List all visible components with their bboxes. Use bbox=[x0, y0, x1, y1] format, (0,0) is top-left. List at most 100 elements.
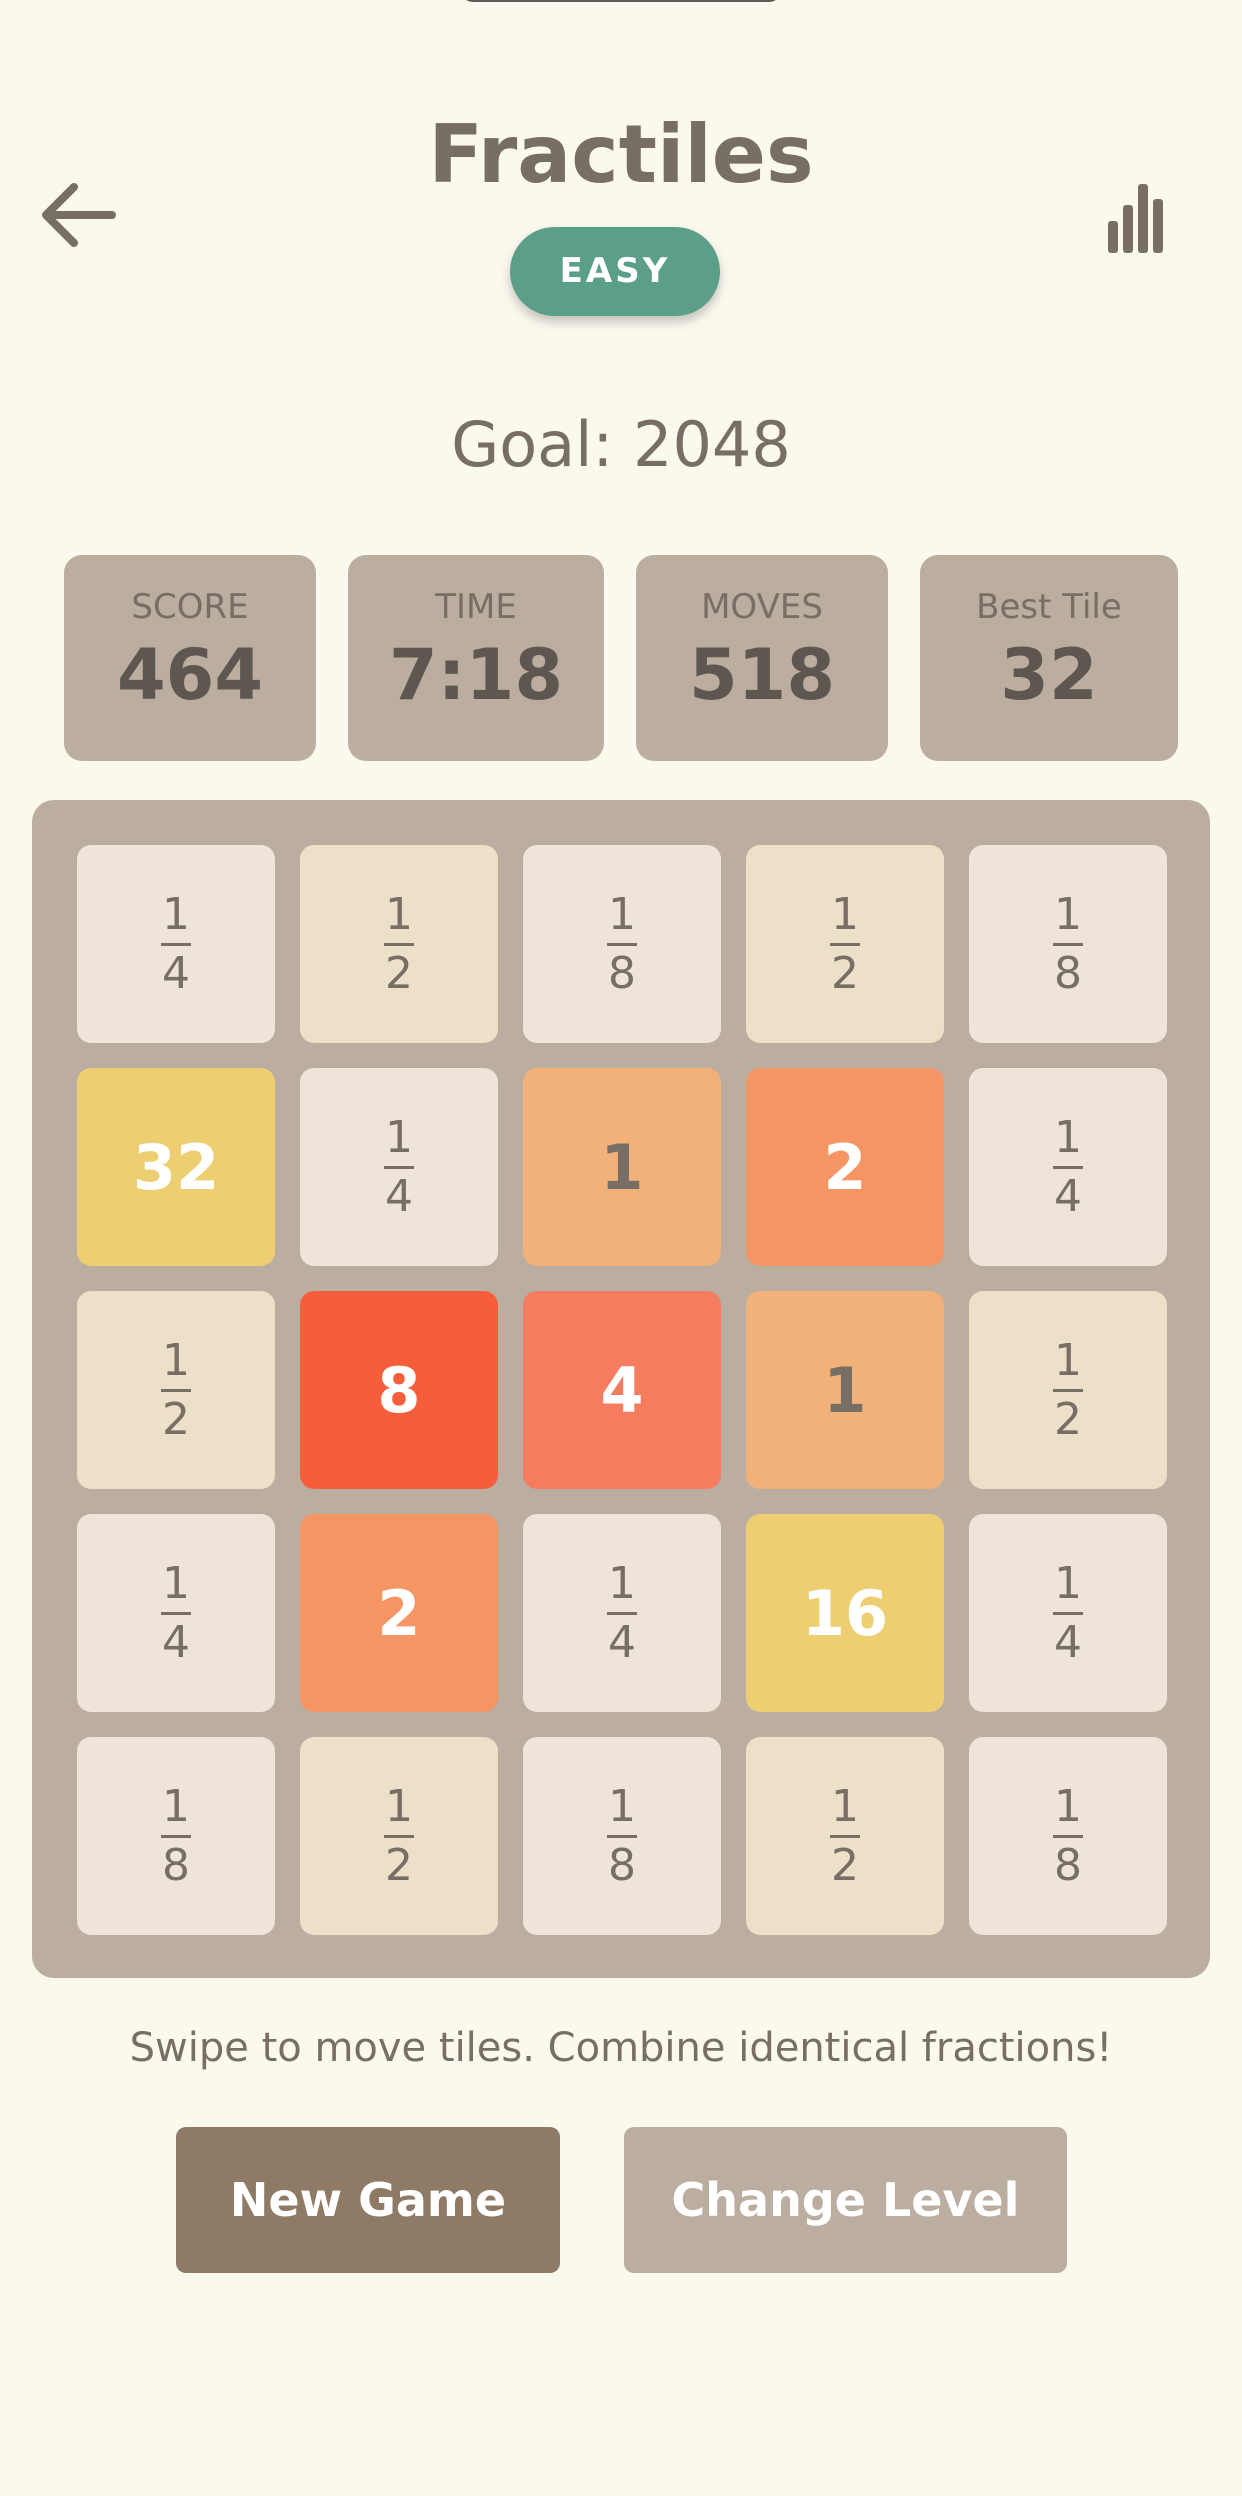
fraction-denominator: 8 bbox=[608, 1839, 636, 1891]
game-title: Fractiles bbox=[428, 108, 814, 201]
tile: 14 bbox=[969, 1068, 1167, 1266]
time-value: 7:18 bbox=[388, 634, 564, 716]
fraction-bar bbox=[384, 1834, 414, 1838]
tile: 1 bbox=[523, 1068, 721, 1266]
fraction-denominator: 2 bbox=[831, 947, 859, 999]
tile: 1 bbox=[746, 1291, 944, 1489]
tile: 14 bbox=[969, 1514, 1167, 1712]
tile-fraction: 12 bbox=[384, 1780, 414, 1891]
new-game-button[interactable]: New Game bbox=[176, 2127, 560, 2273]
fraction-numerator: 1 bbox=[162, 1780, 190, 1832]
fraction-bar bbox=[1053, 1611, 1083, 1615]
goal-text: Goal: 2048 bbox=[451, 408, 791, 481]
bar-chart-icon bbox=[1108, 184, 1163, 253]
fraction-numerator: 1 bbox=[608, 1780, 636, 1832]
fraction-bar bbox=[607, 942, 637, 946]
fraction-numerator: 1 bbox=[831, 1780, 859, 1832]
tile: 14 bbox=[300, 1068, 498, 1266]
fraction-numerator: 1 bbox=[385, 888, 413, 940]
tile-fraction: 18 bbox=[607, 892, 637, 999]
fraction-bar bbox=[161, 1388, 191, 1392]
fraction-numerator: 1 bbox=[1054, 1780, 1082, 1832]
score-box: SCORE 464 bbox=[64, 555, 316, 761]
fraction-denominator: 8 bbox=[1054, 947, 1082, 999]
tile-value: 1 bbox=[823, 1353, 867, 1427]
tile: 18 bbox=[77, 1737, 275, 1935]
tile-value: 1 bbox=[600, 1130, 644, 1204]
fraction-numerator: 1 bbox=[1054, 1111, 1082, 1163]
tile-fraction: 12 bbox=[384, 888, 414, 999]
tile-value: 2 bbox=[823, 1130, 867, 1204]
fraction-numerator: 1 bbox=[831, 888, 859, 940]
tile-value: 16 bbox=[801, 1576, 889, 1650]
tile: 4 bbox=[523, 1291, 721, 1489]
tile: 12 bbox=[746, 845, 944, 1043]
fraction-denominator: 2 bbox=[385, 1839, 413, 1891]
statistics-button[interactable] bbox=[1100, 175, 1180, 265]
fraction-numerator: 1 bbox=[1054, 888, 1082, 940]
tile-value: 2 bbox=[377, 1576, 421, 1650]
tile: 12 bbox=[300, 1737, 498, 1935]
tile-fraction: 14 bbox=[161, 892, 191, 999]
change-level-button[interactable]: Change Level bbox=[624, 2127, 1067, 2273]
fraction-bar bbox=[161, 1834, 191, 1838]
fraction-denominator: 8 bbox=[1054, 1839, 1082, 1891]
tile: 16 bbox=[746, 1514, 944, 1712]
time-box: TIME 7:18 bbox=[348, 555, 604, 761]
tile-fraction: 14 bbox=[161, 1561, 191, 1668]
fraction-numerator: 1 bbox=[385, 1111, 413, 1163]
instructions-text: Swipe to move tiles. Combine identical f… bbox=[129, 2025, 1113, 2071]
fraction-denominator: 2 bbox=[385, 947, 413, 999]
fraction-numerator: 1 bbox=[1054, 1557, 1082, 1609]
tile: 14 bbox=[77, 1514, 275, 1712]
moves-label: MOVES bbox=[701, 587, 823, 627]
fraction-denominator: 4 bbox=[162, 947, 190, 999]
fraction-bar bbox=[161, 1611, 191, 1615]
tile-fraction: 14 bbox=[1053, 1111, 1083, 1222]
fraction-numerator: 1 bbox=[608, 1557, 636, 1609]
tile: 2 bbox=[746, 1068, 944, 1266]
game-board[interactable]: 1 4 1 2 1 8 1 2 1 8 32 1 4 1 2 1 4 1 2 8 4 1 1 2 1 4 2 1 4 16 1 4 1 8 1 2 1 8… bbox=[32, 800, 1210, 1978]
tile: 14 bbox=[77, 845, 275, 1043]
fraction-denominator: 2 bbox=[831, 1839, 859, 1891]
fraction-denominator: 2 bbox=[162, 1393, 190, 1445]
fraction-denominator: 8 bbox=[608, 947, 636, 999]
fraction-bar bbox=[161, 942, 191, 946]
fraction-bar bbox=[1053, 942, 1083, 946]
fraction-denominator: 4 bbox=[385, 1170, 413, 1222]
fraction-denominator: 8 bbox=[162, 1839, 190, 1891]
tile-fraction: 14 bbox=[384, 1111, 414, 1222]
tile-fraction: 12 bbox=[830, 888, 860, 999]
score-value: 464 bbox=[116, 634, 264, 716]
tile: 12 bbox=[746, 1737, 944, 1935]
tile-value: 8 bbox=[377, 1353, 421, 1427]
tile: 12 bbox=[77, 1291, 275, 1489]
best-tile-box: Best Tile 32 bbox=[920, 555, 1178, 761]
tile: 18 bbox=[523, 845, 721, 1043]
tile-fraction: 18 bbox=[1053, 1780, 1083, 1891]
fraction-bar bbox=[607, 1834, 637, 1838]
tile-fraction: 14 bbox=[1053, 1557, 1083, 1665]
moves-value: 518 bbox=[688, 634, 836, 716]
fraction-numerator: 1 bbox=[385, 1780, 413, 1832]
tile: 2 bbox=[300, 1514, 498, 1712]
fraction-bar bbox=[1053, 1165, 1083, 1169]
tile-fraction: 14 bbox=[607, 1557, 637, 1665]
tile: 18 bbox=[969, 1737, 1167, 1935]
fraction-bar bbox=[384, 1165, 414, 1169]
tile: 8 bbox=[300, 1291, 498, 1489]
best-tile-value: 32 bbox=[1000, 634, 1098, 716]
tile-fraction: 12 bbox=[830, 1780, 860, 1891]
difficulty-badge[interactable]: EASY bbox=[510, 227, 720, 316]
fraction-bar bbox=[384, 942, 414, 946]
tile-fraction: 12 bbox=[161, 1338, 191, 1445]
tile-fraction: 18 bbox=[161, 1780, 191, 1891]
moves-box: MOVES 518 bbox=[636, 555, 888, 761]
tile: 14 bbox=[523, 1514, 721, 1712]
fraction-bar bbox=[830, 942, 860, 946]
fraction-denominator: 4 bbox=[1054, 1170, 1082, 1222]
fraction-denominator: 4 bbox=[162, 1616, 190, 1668]
time-label: TIME bbox=[435, 587, 517, 627]
score-label: SCORE bbox=[131, 587, 249, 627]
tile: 18 bbox=[969, 845, 1167, 1043]
